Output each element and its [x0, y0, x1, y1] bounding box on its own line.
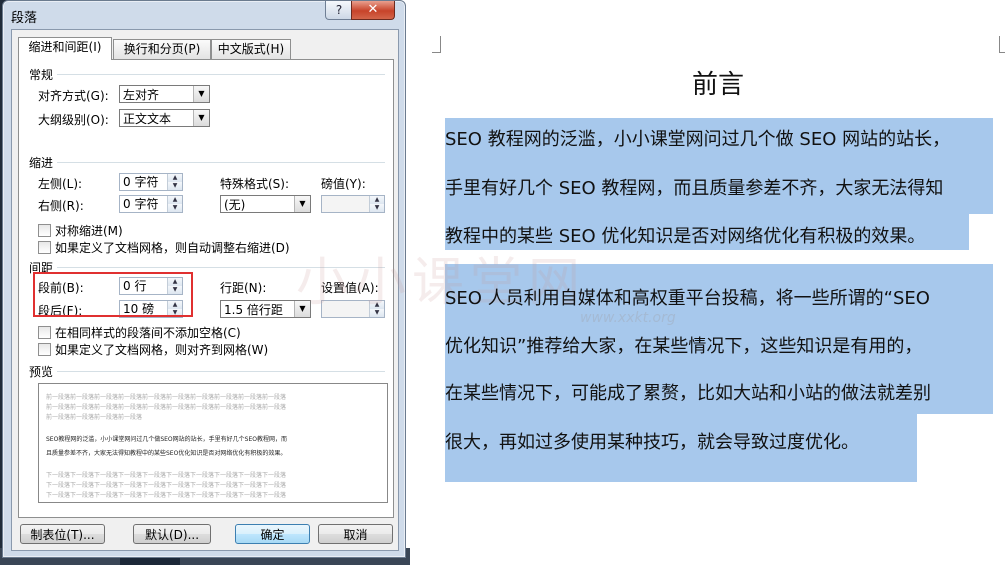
paragraph-line[interactable]: SEO 教程网的泛滥，小小课堂网问过几个做 SEO 网站的站长，	[445, 125, 950, 151]
mirror-indents-checkbox[interactable]	[38, 224, 51, 237]
tab-indents-spacing[interactable]: 缩进和间距(I)	[18, 37, 112, 60]
margin-corner-right	[999, 36, 1000, 52]
preview-body-line: 且质量参差不齐，大家无法得知教程中的某些SEO优化知识是否对网络优化有积极的效果…	[46, 450, 287, 457]
preview-next-paragraph: 下一段落下一段落下一段落下一段落下一段落下一段落下一段落下一段落下一段落下一段落	[46, 482, 287, 489]
spin-up-icon[interactable]: ▲	[369, 196, 384, 204]
help-button[interactable]: ?	[325, 1, 353, 20]
margin-corner-right	[999, 52, 1005, 53]
indent-left-value: 0 字符	[123, 175, 159, 189]
paragraph-line[interactable]: 在某些情况下，可能成了累赘，比如大站和小站的做法就差别	[445, 379, 931, 405]
indent-right-value: 0 字符	[123, 197, 159, 211]
special-indent-select[interactable]: (无) ▼	[220, 195, 311, 213]
snap-to-grid-label: 如果定义了文档网格，则对齐到网格(W)	[55, 343, 269, 357]
section-divider	[57, 371, 385, 372]
tab-line-page-breaks[interactable]: 换行和分页(P)	[113, 39, 211, 59]
indent-left-spinner[interactable]: 0 字符 ▲ ▼	[119, 173, 183, 191]
chevron-down-icon[interactable]: ▼	[193, 86, 209, 102]
paragraph-line[interactable]: 优化知识”推荐给大家，在某些情况下，这些知识是有用的，	[445, 332, 922, 358]
chevron-down-icon[interactable]: ▼	[294, 196, 310, 212]
preview-body-line: SEO教程网的泛滥，小小课堂网问过几个做SEO网站的站长，手里有好几个SEO教程…	[46, 436, 287, 443]
tabs-button[interactable]: 制表位(T)...	[20, 524, 105, 544]
watermark-url: www.xxkt.org	[580, 310, 676, 326]
section-divider	[57, 162, 385, 163]
alignment-value: 左对齐	[123, 88, 160, 102]
no-space-same-style-checkbox[interactable]	[38, 326, 51, 339]
outline-level-label: 大纲级别(O):	[38, 113, 109, 127]
section-general-title: 常规	[29, 68, 54, 82]
alignment-select[interactable]: 左对齐 ▼	[119, 85, 210, 103]
spin-up-icon[interactable]: ▲	[167, 174, 182, 182]
line-spacing-label: 行距(N):	[220, 281, 267, 295]
chevron-down-icon[interactable]: ▼	[193, 110, 209, 126]
preview-previous-paragraph: 前一段落前一段落前一段落前一段落前一段落前一段落前一段落前一段落前一段落前一段落	[46, 394, 287, 401]
indent-by-label: 磅值(Y):	[321, 177, 366, 191]
indent-left-label: 左侧(L):	[38, 177, 83, 191]
spin-up-icon[interactable]: ▲	[167, 196, 182, 204]
auto-adjust-indent-label: 如果定义了文档网格，则自动调整右缩进(D)	[55, 241, 290, 255]
indent-right-label: 右侧(R):	[38, 199, 84, 213]
outline-level-select[interactable]: 正文文本 ▼	[119, 109, 210, 127]
special-indent-label: 特殊格式(S):	[220, 177, 290, 191]
paragraph-line[interactable]: SEO 人员利用自媒体和高权重平台投稿，将一些所谓的“SEO	[445, 284, 930, 310]
ok-button[interactable]: 确定	[235, 524, 310, 544]
cancel-button[interactable]: 取消	[318, 524, 393, 544]
dialog-titlebar[interactable]: 段落 ? ✕	[3, 1, 405, 29]
auto-adjust-indent-checkbox[interactable]	[38, 241, 51, 254]
tab-asian-typography[interactable]: 中文版式(H)	[211, 39, 291, 59]
section-indent-title: 缩进	[29, 156, 54, 170]
spin-down-icon[interactable]: ▼	[167, 182, 182, 190]
mirror-indents-label: 对称缩进(M)	[55, 224, 123, 238]
section-divider	[57, 74, 385, 75]
preview-previous-paragraph: 前一段落前一段落前一段落前一段落	[46, 414, 143, 421]
paragraph-line[interactable]: 很大，再如过多使用某种技巧，就会导致过度优化。	[445, 428, 859, 454]
preview-next-paragraph: 下一段落下一段落下一段落下一段落下一段落下一段落下一段落下一段落下一段落下一段落	[46, 472, 287, 479]
special-indent-value: (无)	[224, 198, 246, 212]
spin-down-icon[interactable]: ▼	[167, 204, 182, 212]
highlight-annotation	[33, 272, 193, 317]
dialog-title: 段落	[11, 11, 38, 26]
section-preview-title: 预览	[29, 365, 54, 379]
alignment-label: 对齐方式(G):	[38, 89, 109, 103]
preview-box: 前一段落前一段落前一段落前一段落前一段落前一段落前一段落前一段落前一段落前一段落…	[38, 383, 388, 503]
margin-corner-left	[440, 36, 441, 52]
indent-right-spinner[interactable]: 0 字符 ▲ ▼	[119, 195, 183, 213]
outline-level-value: 正文文本	[123, 112, 172, 126]
document-heading: 前言	[692, 70, 745, 100]
paragraph-line[interactable]: 教程中的某些 SEO 优化知识是否对网络优化有积极的效果。	[445, 222, 925, 248]
line-spacing-value: 1.5 倍行距	[224, 303, 283, 317]
close-button[interactable]: ✕	[351, 1, 395, 20]
spin-down-icon[interactable]: ▼	[369, 204, 384, 212]
preview-next-paragraph: 下一段落下一段落下一段落下一段落下一段落下一段落下一段落下一段落下一段落下一段落	[46, 492, 287, 499]
no-space-same-style-label: 在相同样式的段落间不添加空格(C)	[55, 326, 241, 340]
indent-by-spinner[interactable]: ▲ ▼	[321, 195, 385, 213]
set-default-button[interactable]: 默认(D)...	[133, 524, 211, 544]
preview-previous-paragraph: 前一段落前一段落前一段落前一段落前一段落前一段落前一段落前一段落前一段落前一段落	[46, 404, 287, 411]
snap-to-grid-checkbox[interactable]	[38, 343, 51, 356]
paragraph-line[interactable]: 手里有好几个 SEO 教程网，而且质量参差不齐，大家无法得知	[445, 174, 943, 200]
margin-corner-left	[432, 52, 441, 53]
